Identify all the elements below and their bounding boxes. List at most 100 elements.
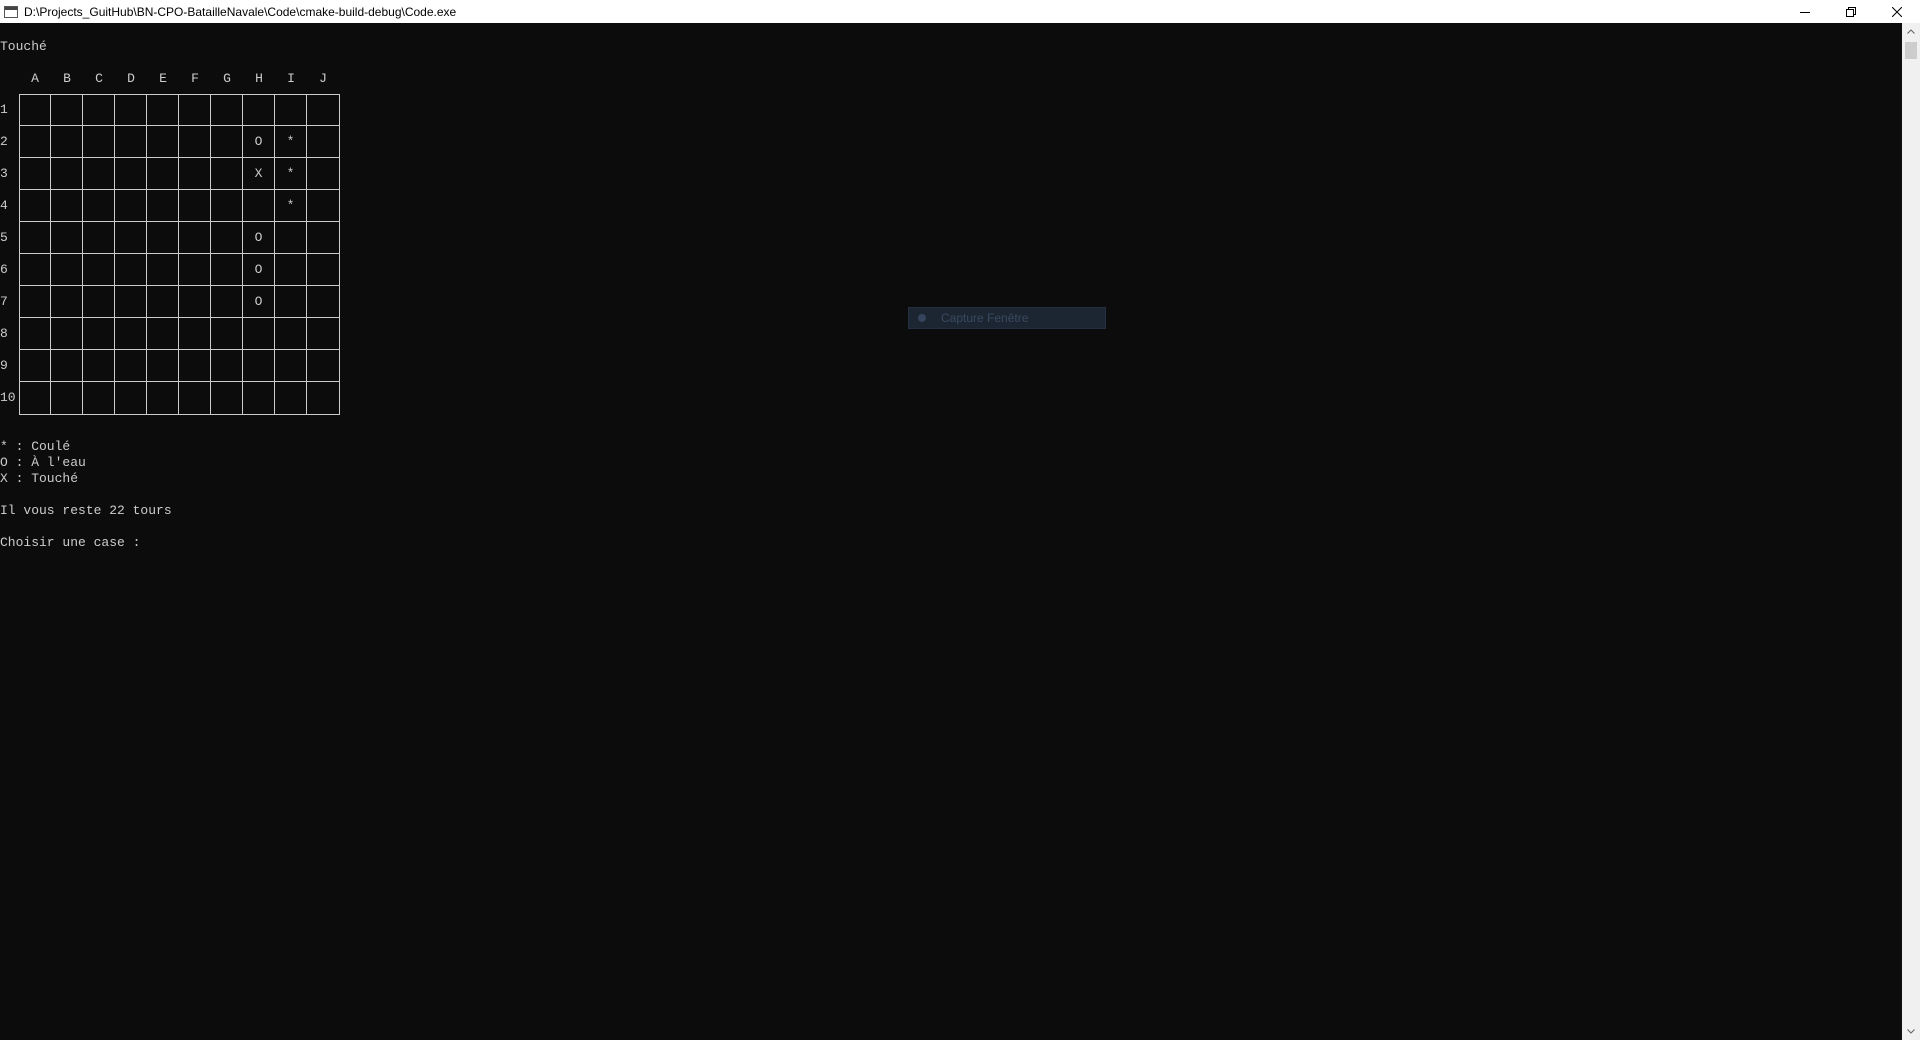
board-cell[interactable] [115,126,147,158]
board-cell[interactable] [307,94,339,126]
scroll-thumb[interactable] [1905,42,1917,59]
board-cell[interactable]: * [275,158,307,190]
board-cell[interactable]: * [275,126,307,158]
board-cell[interactable] [147,382,179,414]
board-cell[interactable] [179,254,211,286]
scroll-down-button[interactable] [1902,1023,1920,1040]
board-cell[interactable] [179,286,211,318]
board-cell[interactable] [275,222,307,254]
vertical-scrollbar[interactable] [1902,23,1920,1040]
board-cell[interactable] [115,190,147,222]
board-cell[interactable] [115,222,147,254]
board-cell[interactable] [307,382,339,414]
board-cell[interactable] [307,318,339,350]
board-cell[interactable] [211,318,243,350]
board-cell[interactable] [275,286,307,318]
board-cell[interactable] [307,190,339,222]
board-cell[interactable] [115,350,147,382]
board-cell[interactable] [19,254,51,286]
board-cell[interactable] [307,286,339,318]
board-cell[interactable] [179,222,211,254]
board-cell[interactable] [243,318,275,350]
board-cell[interactable] [243,350,275,382]
input-prompt[interactable]: Choisir une case : [0,535,140,551]
board-cell[interactable] [19,222,51,254]
board-cell[interactable] [83,158,115,190]
board-cell[interactable] [211,350,243,382]
board-cell[interactable] [147,190,179,222]
board-cell[interactable] [307,158,339,190]
board-cell[interactable] [179,318,211,350]
board-cell[interactable] [147,254,179,286]
board-cell[interactable] [19,382,51,414]
board-cell[interactable] [83,222,115,254]
board-cell[interactable] [83,318,115,350]
board-cell[interactable] [83,286,115,318]
board-cell[interactable] [211,158,243,190]
capture-window-tooltip[interactable]: Capture Fenêtre [908,307,1106,329]
board-cell[interactable] [243,94,275,126]
board-cell[interactable] [19,350,51,382]
board-cell[interactable] [51,318,83,350]
board-cell[interactable] [243,382,275,414]
scroll-up-button[interactable] [1902,23,1920,40]
board-cell[interactable] [179,190,211,222]
close-button[interactable] [1874,0,1920,23]
board-cell[interactable] [307,126,339,158]
board-cell[interactable] [51,350,83,382]
restore-button[interactable] [1828,0,1874,23]
board-cell[interactable] [275,254,307,286]
board-cell[interactable] [179,126,211,158]
board-cell[interactable] [211,382,243,414]
board-cell[interactable]: O [243,126,275,158]
board-cell[interactable] [115,286,147,318]
board-cell[interactable] [179,94,211,126]
title-bar[interactable]: D:\Projects_GuitHub\BN-CPO-BatailleNaval… [0,0,1920,23]
board-cell[interactable] [83,254,115,286]
board-cell[interactable] [83,190,115,222]
board-cell[interactable] [211,190,243,222]
board-cell[interactable] [275,350,307,382]
board-cell[interactable] [243,190,275,222]
board-cell[interactable] [147,94,179,126]
board-cell[interactable] [275,318,307,350]
board-cell[interactable] [51,222,83,254]
board-cell[interactable] [211,254,243,286]
board-cell[interactable] [83,382,115,414]
board-cell[interactable] [147,318,179,350]
board-cell[interactable] [19,286,51,318]
board-cell[interactable] [115,94,147,126]
board-cell[interactable] [147,158,179,190]
board-cell[interactable] [51,158,83,190]
board-cell[interactable] [147,126,179,158]
board-cell[interactable] [307,254,339,286]
board-cell[interactable]: X [243,158,275,190]
board-cell[interactable] [275,94,307,126]
board-cell[interactable] [83,126,115,158]
board-cell[interactable]: * [275,190,307,222]
board-cell[interactable] [179,382,211,414]
board-cell[interactable] [83,94,115,126]
board-cell[interactable] [19,94,51,126]
board-cell[interactable] [211,222,243,254]
board-cell[interactable] [147,222,179,254]
board-cell[interactable] [51,254,83,286]
board-cell[interactable] [211,94,243,126]
board-cell[interactable] [275,382,307,414]
board-cell[interactable] [179,350,211,382]
board-cell[interactable] [147,350,179,382]
board-cell[interactable] [147,286,179,318]
board-cell[interactable] [83,350,115,382]
board-cell[interactable]: O [243,222,275,254]
board-cell[interactable] [115,158,147,190]
console-output[interactable]: Touché O * X * * O O O A B C D E F G H I J 1 2 3 4 5 6 7 8 9 10 * … [0,23,1902,1040]
board-cell[interactable] [19,318,51,350]
board-cell[interactable] [115,318,147,350]
board-cell[interactable] [115,254,147,286]
board-cell[interactable] [51,190,83,222]
board-cell[interactable] [211,286,243,318]
board-cell[interactable]: O [243,254,275,286]
board-cell[interactable] [51,126,83,158]
board-cell[interactable] [115,382,147,414]
board-cell[interactable] [19,158,51,190]
